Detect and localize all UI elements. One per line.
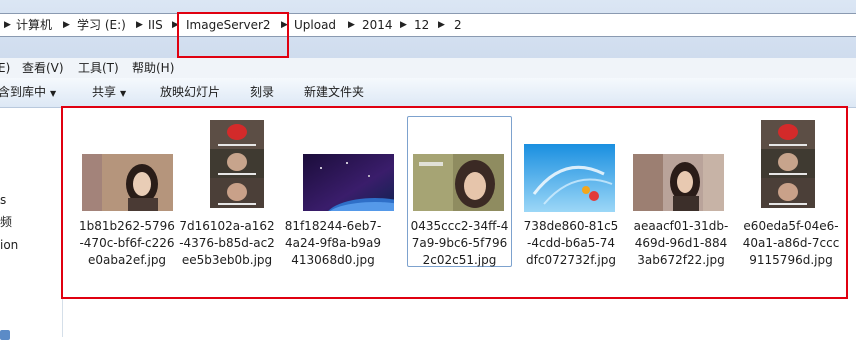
chevron-right-icon[interactable]: ▶ bbox=[136, 14, 143, 36]
chevron-right-icon[interactable]: ▶ bbox=[4, 14, 11, 36]
include-in-library-button[interactable]: 含到库中 ▼ bbox=[0, 78, 56, 107]
share-label: 共享 bbox=[92, 85, 117, 99]
nav-item[interactable]: s bbox=[0, 192, 6, 208]
breadcrumb-iis[interactable]: IIS bbox=[148, 14, 163, 36]
nav-item[interactable]: 频 bbox=[0, 214, 12, 230]
menu-edit-partial[interactable]: E) bbox=[0, 58, 10, 78]
navigation-pane[interactable]: s 频 ion bbox=[0, 108, 63, 340]
share-button[interactable]: 共享 ▼ bbox=[92, 78, 126, 107]
slideshow-button[interactable]: 放映幻灯片 bbox=[160, 78, 220, 107]
chevron-right-icon[interactable]: ▶ bbox=[438, 14, 445, 36]
menu-tools[interactable]: 工具(T) bbox=[78, 58, 119, 78]
menu-view[interactable]: 查看(V) bbox=[22, 58, 64, 78]
breadcrumb-2014[interactable]: 2014 bbox=[362, 14, 393, 36]
chevron-right-icon[interactable]: ▶ bbox=[348, 14, 355, 36]
address-bar[interactable]: ▶ 计算机 ▶ 学习 (E:) ▶ IIS ▶ ImageServer2 ▶ U… bbox=[0, 13, 856, 37]
command-bar: 含到库中 ▼ 共享 ▼ 放映幻灯片 刻录 新建文件夹 bbox=[0, 78, 856, 108]
chevron-right-icon[interactable]: ▶ bbox=[63, 14, 70, 36]
breadcrumb-2[interactable]: 2 bbox=[454, 14, 462, 36]
dropdown-arrow-icon: ▼ bbox=[120, 89, 127, 98]
files-highlight-box bbox=[61, 106, 848, 299]
chevron-right-icon[interactable]: ▶ bbox=[400, 14, 407, 36]
menu-bar: E) 查看(V) 工具(T) 帮助(H) bbox=[0, 58, 856, 78]
dropdown-arrow-icon: ▼ bbox=[50, 89, 57, 98]
breadcrumb-12[interactable]: 12 bbox=[414, 14, 429, 36]
breadcrumb-upload[interactable]: Upload bbox=[294, 14, 336, 36]
menu-help[interactable]: 帮助(H) bbox=[132, 58, 174, 78]
folder-icon bbox=[0, 330, 10, 340]
new-folder-button[interactable]: 新建文件夹 bbox=[304, 78, 364, 107]
include-library-label: 含到库中 bbox=[0, 85, 47, 99]
breadcrumb-highlight-box bbox=[177, 12, 289, 58]
nav-item[interactable]: ion bbox=[0, 237, 18, 253]
breadcrumb-drive-e[interactable]: 学习 (E:) bbox=[77, 14, 126, 36]
breadcrumb-computer[interactable]: 计算机 bbox=[16, 14, 52, 36]
burn-button[interactable]: 刻录 bbox=[250, 78, 274, 107]
